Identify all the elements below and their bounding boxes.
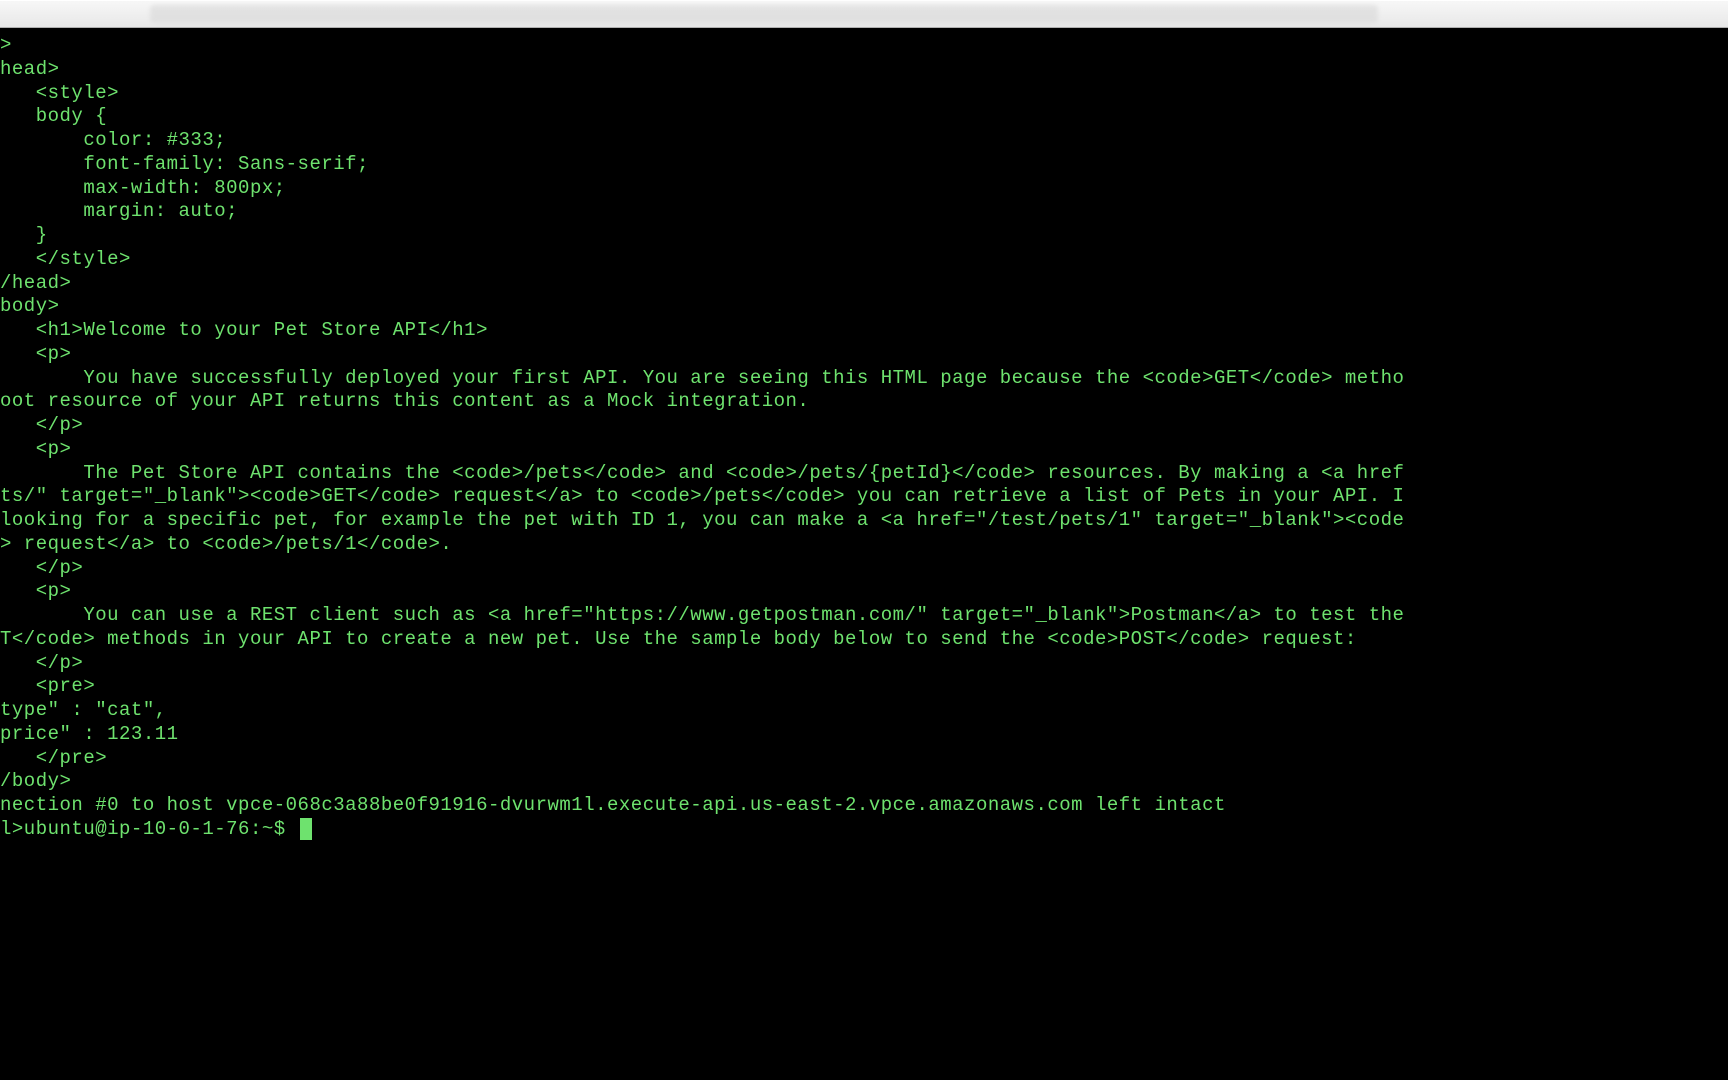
terminal-line: <p> [0,580,1728,604]
terminal-line: You can use a REST client such as <a hre… [0,604,1728,628]
terminal-line: T</code> methods in your API to create a… [0,628,1728,652]
terminal-line: head> [0,58,1728,82]
terminal-line: /head> [0,272,1728,296]
terminal-line: </pre> [0,747,1728,771]
terminal-output[interactable]: >head> <style> body { color: #333; font-… [0,28,1728,842]
title-blur [150,5,1378,23]
terminal-line: type" : "cat", [0,699,1728,723]
terminal-line: <p> [0,343,1728,367]
terminal-line: <p> [0,438,1728,462]
terminal-prompt: l>ubuntu@ip-10-0-1-76:~$ [0,818,298,840]
terminal-line: max-width: 800px; [0,177,1728,201]
terminal-line: </style> [0,248,1728,272]
terminal-line: > [0,34,1728,58]
terminal-line: price" : 123.11 [0,723,1728,747]
terminal-line: You have successfully deployed your firs… [0,367,1728,391]
terminal-line: oot resource of your API returns this co… [0,390,1728,414]
terminal-line: } [0,224,1728,248]
terminal-line: ts/" target="_blank"><code>GET</code> re… [0,485,1728,509]
terminal-cursor [300,818,312,840]
terminal-line: <style> [0,82,1728,106]
terminal-line: looking for a specific pet, for example … [0,509,1728,533]
window-titlebar [0,0,1728,28]
terminal-line: nection #0 to host vpce-068c3a88be0f9191… [0,794,1728,818]
terminal-line: The Pet Store API contains the <code>/pe… [0,462,1728,486]
terminal-line: color: #333; [0,129,1728,153]
terminal-line: </p> [0,557,1728,581]
terminal-line: margin: auto; [0,200,1728,224]
terminal-prompt-line[interactable]: l>ubuntu@ip-10-0-1-76:~$ [0,818,1728,842]
terminal-line: body> [0,295,1728,319]
terminal-background [0,870,1728,1080]
terminal-line: /body> [0,770,1728,794]
terminal-line: <h1>Welcome to your Pet Store API</h1> [0,319,1728,343]
terminal-line: <pre> [0,675,1728,699]
terminal-line: font-family: Sans-serif; [0,153,1728,177]
terminal-line: > request</a> to <code>/pets/1</code>. [0,533,1728,557]
terminal-line: </p> [0,414,1728,438]
terminal-line: </p> [0,652,1728,676]
terminal-line: body { [0,105,1728,129]
